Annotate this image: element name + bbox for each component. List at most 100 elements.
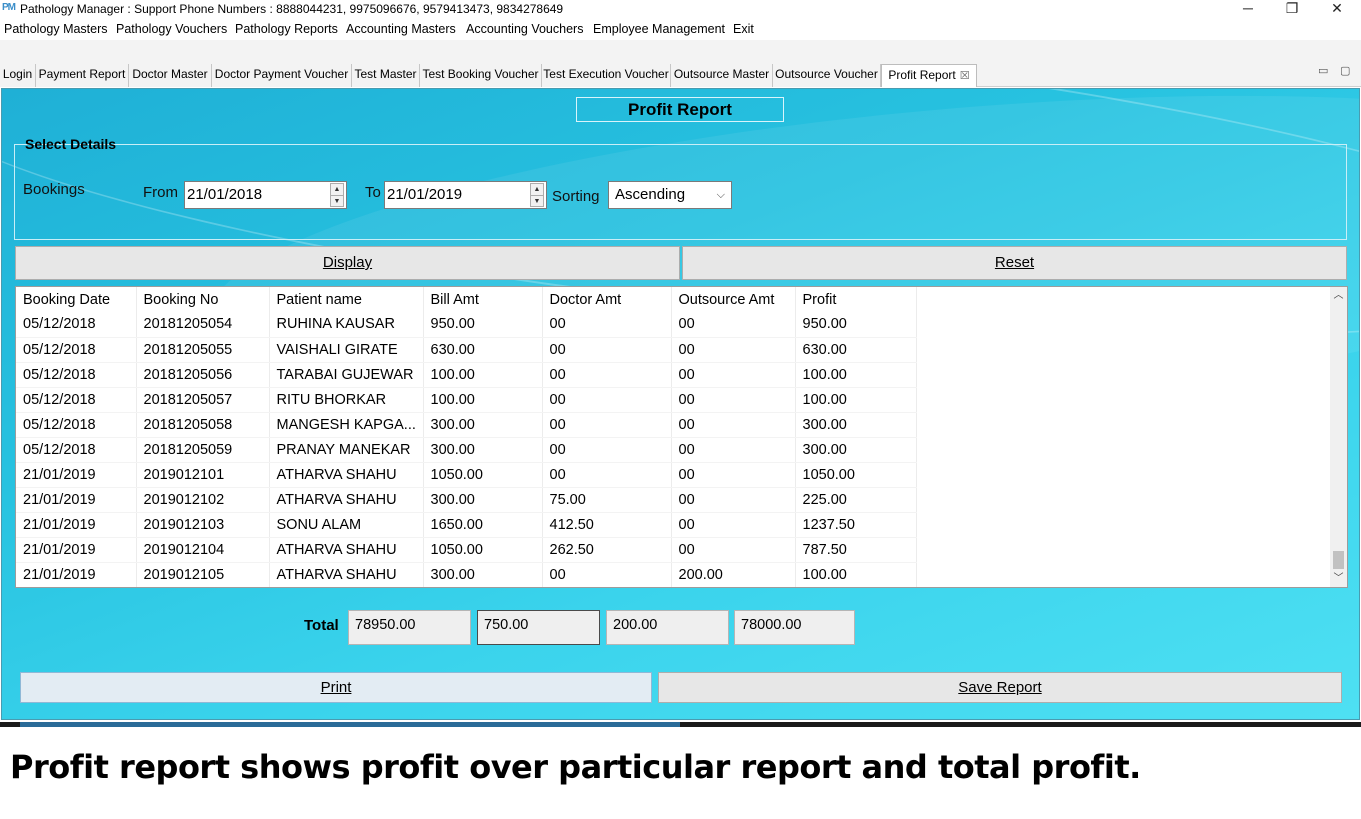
table-header-row: Booking Date Booking No Patient name Bil… (16, 287, 917, 312)
tab-doctor-payment-voucher[interactable]: Doctor Payment Voucher (212, 64, 352, 87)
scroll-down-icon[interactable]: ﹀ (1330, 570, 1347, 587)
table-row[interactable]: 05/12/2018 20181205055 VAISHALI GIRATE 630.… (16, 337, 917, 363)
table-cell: 00 (542, 312, 672, 338)
table-cell: 00 (542, 462, 672, 488)
table-cell: 20181205059 (136, 437, 270, 463)
from-date-value: 21/01/2018 (187, 186, 263, 203)
menu-pathology-masters[interactable]: Pathology Masters (4, 22, 108, 36)
display-button-label: Display (322, 254, 373, 271)
table-cell: 05/12/2018 (16, 412, 137, 438)
spin-up-icon[interactable]: ▲ (531, 184, 543, 196)
profit-report-panel: Profit Report Select Details Bookings Fr… (1, 88, 1360, 720)
table-cell: ATHARVA SHAHU (269, 562, 424, 587)
tab-outsource-master[interactable]: Outsource Master (671, 64, 773, 87)
table-cell: 00 (542, 562, 672, 587)
save-report-button[interactable]: Save Report (658, 672, 1342, 703)
table-cell: 2019012104 (136, 537, 270, 563)
table-row[interactable]: 05/12/2018 20181205057 RITU BHORKAR 100.00 0… (16, 387, 917, 413)
column-header[interactable]: Patient name (269, 287, 424, 312)
tab-test-execution-voucher[interactable]: Test Execution Voucher (542, 64, 671, 87)
menu-pathology-reports[interactable]: Pathology Reports (235, 22, 338, 36)
table-cell: 262.50 (542, 537, 672, 563)
table-row[interactable]: 21/01/2019 2019012103 SONU ALAM 1650.00 412.… (16, 512, 917, 538)
column-header[interactable]: Bill Amt (423, 287, 543, 312)
table-cell: RUHINA KAUSAR (269, 312, 424, 338)
table-cell: 05/12/2018 (16, 387, 137, 413)
restore-button[interactable]: ❐ (1270, 0, 1314, 18)
table-row[interactable]: 05/12/2018 20181205058 MANGESH KAPGA... 300… (16, 412, 917, 438)
table-row[interactable]: 21/01/2019 2019012102 ATHARVA SHAHU 300.00 7… (16, 487, 917, 513)
table-cell: PRANAY MANEKAR (269, 437, 424, 463)
table-row[interactable]: 05/12/2018 20181205059 PRANAY MANEKAR 300.0… (16, 437, 917, 463)
table-row[interactable]: 21/01/2019 2019012105 ATHARVA SHAHU 300.00 0… (16, 562, 917, 587)
sorting-label: Sorting (552, 188, 600, 205)
table-cell: ATHARVA SHAHU (269, 487, 424, 513)
table-cell: 100.00 (795, 362, 917, 388)
spin-up-icon[interactable]: ▲ (331, 184, 343, 196)
tab-doctor-master[interactable]: Doctor Master (129, 64, 212, 87)
spin-down-icon[interactable]: ▼ (531, 196, 543, 208)
minimize-button[interactable]: ─ (1226, 0, 1270, 18)
table-row[interactable]: 05/12/2018 20181205056 TARABAI GUJEWAR 100.… (16, 362, 917, 388)
menu-accounting-vouchers[interactable]: Accounting Vouchers (466, 22, 583, 36)
table-cell: 300.00 (423, 437, 543, 463)
table-cell: 787.50 (795, 537, 917, 563)
menu-pathology-vouchers[interactable]: Pathology Vouchers (116, 22, 227, 36)
table-cell: 00 (671, 387, 796, 413)
close-button[interactable]: ✕ (1315, 0, 1359, 18)
table-row[interactable]: 05/12/2018 20181205054 RUHINA KAUSAR 950.00… (16, 312, 917, 338)
tab-outsource-voucher[interactable]: Outsource Voucher (773, 64, 881, 87)
table-cell: 00 (671, 362, 796, 388)
table-cell: 1050.00 (795, 462, 917, 488)
column-header[interactable]: Outsource Amt (671, 287, 796, 312)
reset-button[interactable]: Reset (682, 246, 1347, 280)
table-cell: 950.00 (423, 312, 543, 338)
table-cell: 1050.00 (423, 537, 543, 563)
tab-payment-report[interactable]: Payment Report (36, 64, 129, 87)
tab-test-booking-voucher[interactable]: Test Booking Voucher (420, 64, 542, 87)
table-cell: RITU BHORKAR (269, 387, 424, 413)
tab-profit-report[interactable]: Profit Report ☒ (881, 64, 977, 87)
tab-profit-report-label: Profit Report (888, 68, 956, 82)
table-cell: 20181205057 (136, 387, 270, 413)
table-cell: ATHARVA SHAHU (269, 462, 424, 488)
table-row[interactable]: 21/01/2019 2019012101 ATHARVA SHAHU 1050.00… (16, 462, 917, 488)
profit-table[interactable]: Booking Date Booking No Patient name Bil… (15, 286, 1348, 588)
data-table: Booking Date Booking No Patient name Bil… (16, 287, 917, 587)
maximize-view-icon[interactable]: ▢ (1340, 64, 1350, 77)
total-bill-amt: 78950.00 (348, 610, 471, 645)
sorting-select[interactable]: Ascending ⌵ (608, 181, 732, 209)
to-date-spinner[interactable]: ▲ ▼ (530, 183, 544, 207)
vertical-scrollbar[interactable]: ︿ ﹀ (1330, 287, 1347, 587)
from-date-field[interactable]: 21/01/2018 ▲ ▼ (184, 181, 347, 209)
menu-accounting-masters[interactable]: Accounting Masters (346, 22, 456, 36)
column-header[interactable]: Profit (795, 287, 917, 312)
table-cell: 21/01/2019 (16, 487, 137, 513)
print-button[interactable]: Print (20, 672, 652, 703)
table-cell: 00 (542, 412, 672, 438)
to-date-field[interactable]: 21/01/2019 ▲ ▼ (384, 181, 547, 209)
menu-exit[interactable]: Exit (733, 22, 754, 36)
column-header[interactable]: Doctor Amt (542, 287, 672, 312)
table-cell: TARABAI GUJEWAR (269, 362, 424, 388)
menu-employee-management[interactable]: Employee Management (593, 22, 725, 36)
column-header[interactable]: Booking No (136, 287, 270, 312)
table-cell: 05/12/2018 (16, 312, 137, 338)
from-date-spinner[interactable]: ▲ ▼ (330, 183, 344, 207)
tab-test-master[interactable]: Test Master (352, 64, 420, 87)
table-row[interactable]: 21/01/2019 2019012104 ATHARVA SHAHU 1050.00… (16, 537, 917, 563)
table-cell: MANGESH KAPGA... (269, 412, 424, 438)
display-button[interactable]: Display (15, 246, 680, 280)
tab-close-icon[interactable]: ☒ (960, 70, 970, 82)
tab-login[interactable]: Login (0, 64, 36, 87)
minimize-view-icon[interactable]: ▭ (1318, 64, 1328, 77)
total-profit: 78000.00 (734, 610, 855, 645)
table-cell: 1650.00 (423, 512, 543, 538)
spin-down-icon[interactable]: ▼ (331, 196, 343, 208)
scroll-thumb[interactable] (1333, 551, 1344, 569)
scroll-up-icon[interactable]: ︿ (1330, 287, 1347, 304)
table-cell: 950.00 (795, 312, 917, 338)
from-label: From (143, 184, 178, 201)
table-cell: 21/01/2019 (16, 512, 137, 538)
column-header[interactable]: Booking Date (16, 287, 137, 312)
